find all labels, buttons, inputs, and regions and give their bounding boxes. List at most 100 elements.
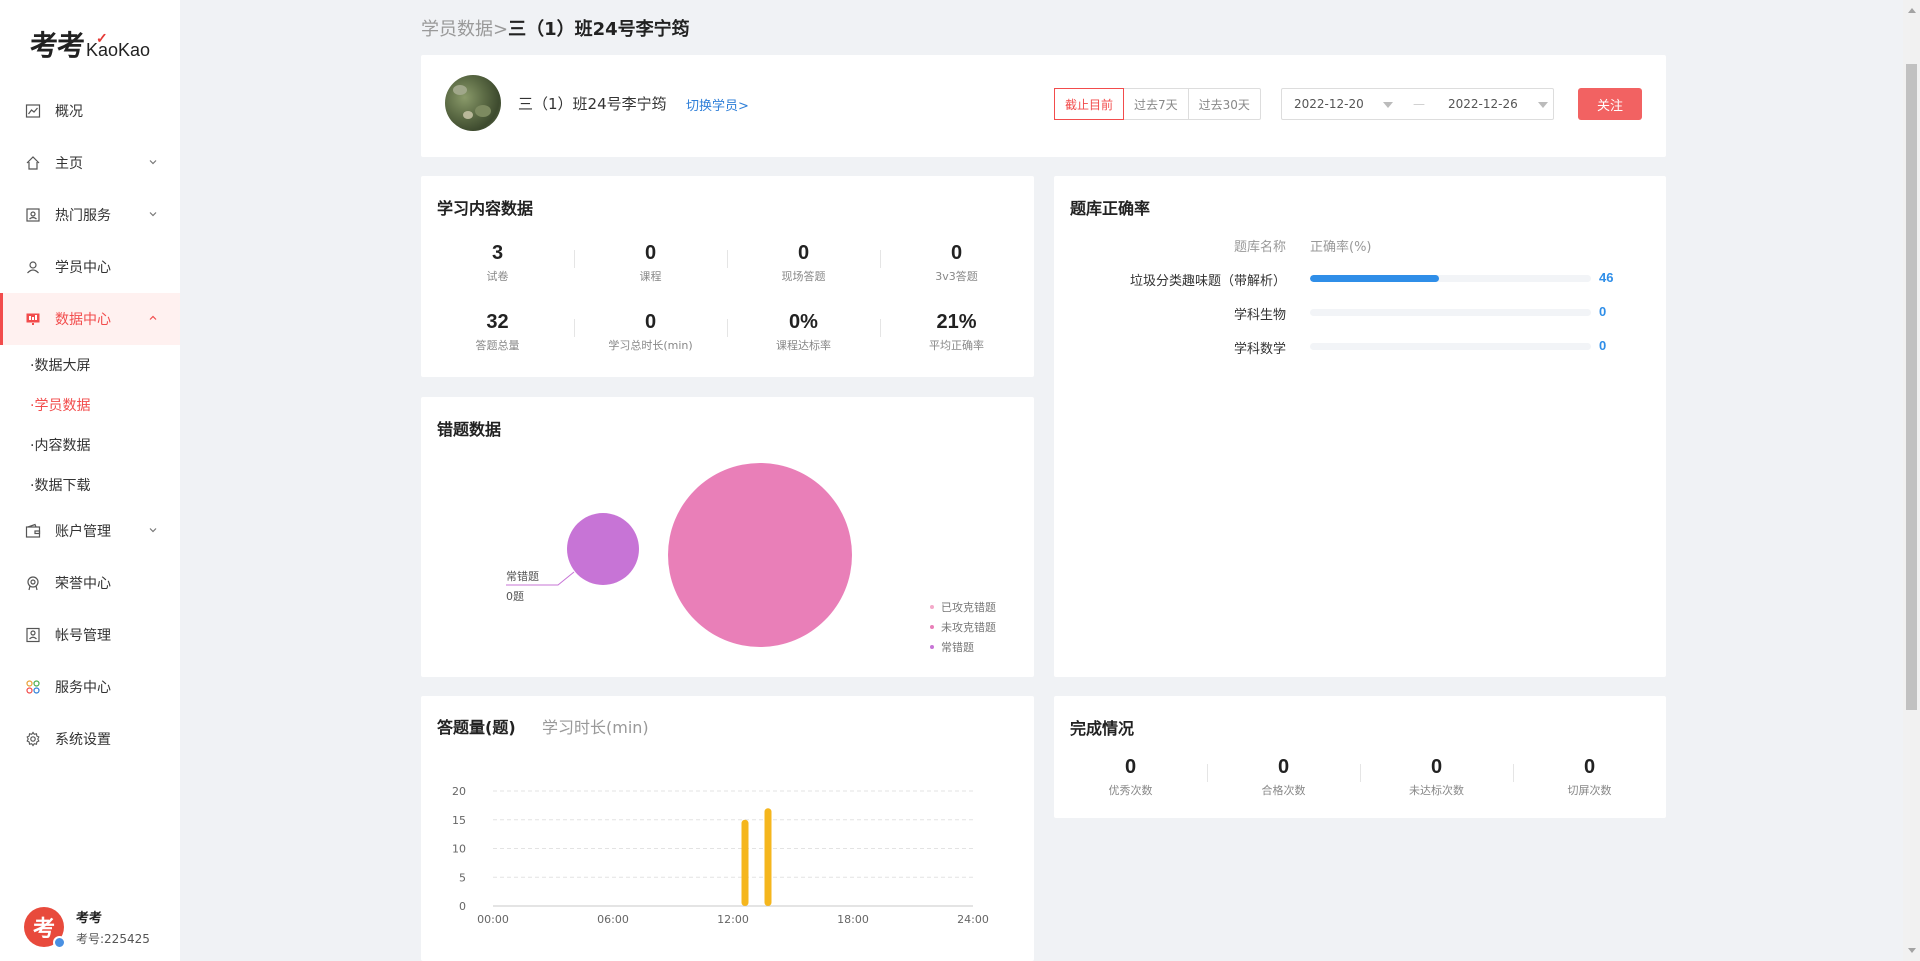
x-tick-label: 24:00 (957, 913, 989, 926)
chevron-down-icon (1538, 102, 1548, 108)
x-tick-label: 18:00 (837, 913, 869, 926)
scroll-down-arrow-icon[interactable] (1908, 948, 1916, 953)
sidebar-subitem-content-data[interactable]: ·内容数据 (0, 425, 180, 465)
stat-screen-switch: 0 切屏次数 (1513, 756, 1666, 798)
logo-en: ✓ KaoKao (86, 30, 150, 61)
date-start[interactable]: 2022-12-20 (1294, 97, 1364, 111)
accuracy-value: 0 (1599, 304, 1607, 319)
user-name: 考考 (76, 911, 103, 926)
sidebar-item-account-settings[interactable]: 帐号管理 (0, 609, 180, 661)
answer-count-card: 答题量(题) 学习时长(min) 0 5 10 15 20 00:00 06:00 12:00… (421, 696, 1034, 961)
stat-value: 0% (789, 311, 818, 333)
x-tick-label: 00:00 (477, 913, 509, 926)
wrong-answers-card: 错题数据 常错题 0题 已攻克错题 未攻克错题 常错题 (421, 397, 1034, 677)
follow-button[interactable]: 关注 (1578, 88, 1642, 120)
card-title: 完成情况 (1070, 719, 1135, 738)
stat-live-quiz: 0 现场答题 (727, 242, 880, 284)
avatar-text: 考 (32, 917, 55, 942)
date-range-picker[interactable]: 2022-12-20 — 2022-12-26 (1281, 88, 1554, 120)
legend-item[interactable]: 常错题 (941, 640, 974, 654)
vertical-scrollbar[interactable] (1903, 0, 1920, 961)
legend-item[interactable]: 未攻克错题 (941, 620, 996, 634)
stat-value: 0 (1430, 756, 1443, 778)
monitor-icon (25, 311, 41, 327)
bubble-unconquered[interactable] (668, 463, 852, 647)
bank-name: 学科数学 (1233, 342, 1286, 357)
y-tick-label: 5 (459, 871, 466, 884)
completion-card: 完成情况 0 优秀次数 0 合格次数 0 未达标次数 0 切屏次数 (1054, 696, 1666, 818)
bank-name: 学科生物 (1233, 308, 1286, 323)
sidebar-item-system-settings[interactable]: 系统设置 (0, 713, 180, 765)
divider (1360, 764, 1361, 782)
sidebar: 考考 ✓ KaoKao 概况 主页 热门服务 学员中心 数据中心 ·数据大屏 ·学… (0, 0, 180, 961)
bubble-frequent-wrong[interactable] (567, 513, 639, 585)
switch-student-link[interactable]: 切换学员> (686, 95, 749, 114)
stat-avg-accuracy: 21% 平均正确率 (880, 311, 1033, 353)
answer-count-bar-chart: 0 5 10 15 20 00:00 06:00 12:00 18:00 24:00 (452, 785, 989, 926)
stat-value: 32 (486, 311, 509, 333)
stat-label: 3v3答题 (935, 270, 978, 283)
bank-name: 垃圾分类趣味题（带解析） (1129, 274, 1286, 289)
sidebar-item-label: 学员中心 (55, 260, 111, 276)
stat-label: 现场答题 (781, 270, 826, 283)
stat-not-passed: 0 未达标次数 (1360, 756, 1513, 798)
stat-value: 0 (1277, 756, 1290, 778)
range-past-7-days[interactable]: 过去7天 (1124, 89, 1189, 119)
sidebar-item-account-management[interactable]: 账户管理 (0, 505, 180, 557)
legend-marker (930, 605, 934, 609)
bubble-label: 常错题 (506, 569, 539, 583)
breadcrumb: 学员数据>三（1）班24号李宁筠 (421, 15, 690, 41)
stat-value: 0 (1124, 756, 1137, 778)
sidebar-item-label: 数据中心 (55, 312, 111, 328)
student-header-card: 三（1）班24号李宁筠 切换学员> 截止目前 过去7天 过去30天 2022-1… (421, 55, 1666, 157)
sidebar-nav: 概况 主页 热门服务 学员中心 数据中心 ·数据大屏 ·学员数据 ·内容数据 ·… (0, 85, 180, 765)
bar[interactable] (741, 819, 749, 906)
bubble-value: 0题 (506, 590, 524, 603)
breadcrumb-current: 三（1）班24号李宁筠 (508, 19, 690, 40)
bar[interactable] (764, 808, 772, 906)
stat-excellent: 0 优秀次数 (1054, 756, 1207, 798)
sidebar-item-hot-services[interactable]: 热门服务 (0, 189, 180, 241)
sidebar-item-home[interactable]: 主页 (0, 137, 180, 189)
stat-label: 课程达标率 (776, 339, 831, 352)
sidebar-item-service-center[interactable]: 服务中心 (0, 661, 180, 713)
scroll-up-arrow-icon[interactable] (1908, 8, 1916, 13)
y-tick-label: 20 (452, 785, 466, 798)
accuracy-value: 0 (1599, 338, 1607, 353)
accuracy-bar-track (1310, 309, 1591, 316)
sidebar-item-student-center[interactable]: 学员中心 (0, 241, 180, 293)
date-separator: — (1413, 97, 1425, 111)
sidebar-item-data-center[interactable]: 数据中心 (0, 293, 180, 345)
logo: 考考 ✓ KaoKao (30, 24, 150, 64)
stat-papers: 3 试卷 (421, 242, 574, 284)
sidebar-item-overview[interactable]: 概况 (0, 85, 180, 137)
stat-label: 合格次数 (1261, 784, 1306, 797)
card-title: 学习内容数据 (437, 199, 534, 218)
accuracy-bar-track (1310, 343, 1591, 350)
range-until-now[interactable]: 截止目前 (1054, 88, 1125, 120)
date-end[interactable]: 2022-12-26 (1448, 97, 1518, 111)
sidebar-subitem-data-screen[interactable]: ·数据大屏 (0, 345, 180, 385)
breadcrumb-parent[interactable]: 学员数据> (421, 19, 508, 40)
logo-cn: 考考 (30, 29, 85, 62)
user-profile[interactable]: 考 考考 考号:225425 (24, 907, 150, 949)
users-icon (25, 259, 41, 275)
accuracy-row: 垃圾分类趣味题（带解析） 46 (1054, 269, 1666, 289)
legend-item[interactable]: 已攻克错题 (941, 600, 996, 614)
chevron-down-icon (149, 212, 157, 217)
stat-label: 试卷 (486, 270, 509, 283)
sidebar-item-honor-center[interactable]: 荣誉中心 (0, 557, 180, 609)
scrollbar-thumb[interactable] (1906, 64, 1917, 710)
chevron-up-icon (149, 315, 157, 320)
sidebar-subitem-data-download[interactable]: ·数据下载 (0, 465, 180, 505)
student-name: 三（1）班24号李宁筠 (518, 95, 667, 113)
gear-icon (25, 731, 41, 747)
stat-label: 学习总时长(min) (608, 339, 693, 352)
student-avatar (445, 75, 501, 131)
stat-value: 0 (797, 242, 810, 264)
range-past-30-days[interactable]: 过去30天 (1189, 89, 1260, 119)
chevron-down-icon (1383, 102, 1393, 108)
stat-value: 0 (644, 311, 657, 333)
y-tick-label: 15 (452, 814, 466, 827)
sidebar-subitem-student-data[interactable]: ·学员数据 (0, 385, 180, 425)
